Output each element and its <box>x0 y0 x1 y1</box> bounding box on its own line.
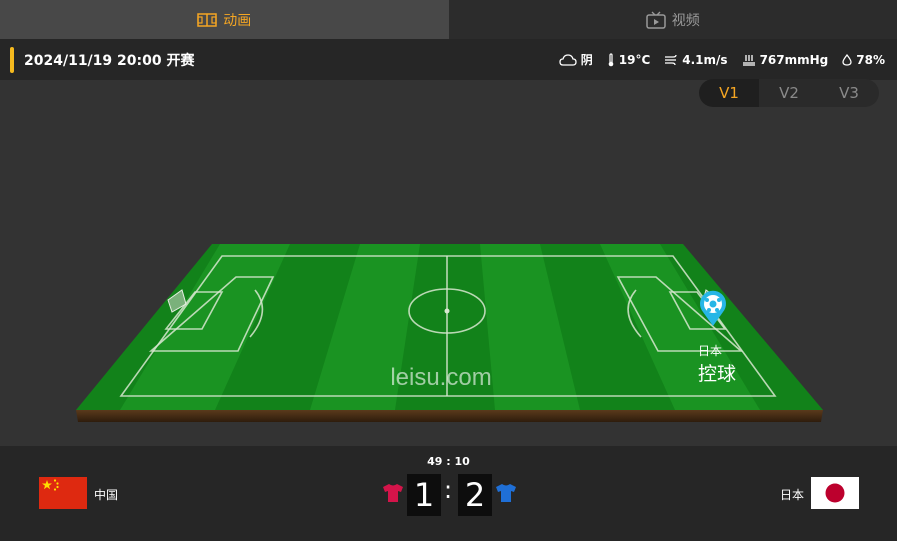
tab-video[interactable]: 视频 <box>448 0 897 39</box>
score-separator: : <box>443 476 453 504</box>
pitch-view: leisu.com 日本 控球 <box>0 232 897 432</box>
weather-humidity: 78% <box>842 53 885 67</box>
pitch-watermark: leisu.com <box>390 364 491 391</box>
away-score: 2 <box>458 474 492 516</box>
home-score: 1 <box>407 474 441 516</box>
pitch-icon <box>197 12 217 27</box>
match-start-time: 2024/11/19 20:00 开赛 <box>24 52 195 69</box>
weather-wind: 4.1m/s <box>664 52 728 67</box>
weather-info: 阴 19°C 4.1m/s 767mmHg 78% <box>559 51 885 68</box>
event-team-label: 日本 <box>698 344 722 358</box>
version-v1-button[interactable]: V1 <box>699 79 759 107</box>
tab-video-label: 视频 <box>671 12 700 29</box>
japan-flag-icon <box>811 477 859 509</box>
pitch-edge <box>76 410 823 422</box>
scoreboard: 49 : 10 中国 1 : 2 日本 <box>0 446 897 541</box>
weather-wind-text: 4.1m/s <box>682 52 728 67</box>
thermometer-icon <box>608 52 614 66</box>
cloudy-icon <box>559 53 577 66</box>
pitch-graphic: leisu.com 日本 控球 <box>76 244 823 422</box>
view-tabs: 动画 视频 <box>0 0 897 39</box>
match-clock: 49 : 10 <box>427 455 470 468</box>
pressure-icon <box>742 54 755 66</box>
version-switch: V1 V2 V3 <box>699 79 879 107</box>
tab-animation[interactable]: 动画 <box>0 0 449 39</box>
weather-condition-text: 阴 <box>580 53 593 67</box>
tv-icon <box>646 11 666 29</box>
match-info-bar: 2024/11/19 20:00 开赛 阴 19°C 4.1m/s 767mmH… <box>0 39 897 80</box>
version-v3-button[interactable]: V3 <box>819 79 879 107</box>
home-shirt-icon <box>383 484 403 502</box>
weather-temperature: 19°C <box>607 52 651 67</box>
weather-condition: 阴 <box>559 51 593 68</box>
weather-humidity-text: 78% <box>856 52 885 67</box>
away-team-name: 日本 <box>780 488 805 502</box>
away-shirt-icon <box>496 484 516 502</box>
weather-pressure-text: 767mmHg <box>759 52 829 67</box>
home-team-name: 中国 <box>94 488 119 502</box>
version-v2-button[interactable]: V2 <box>759 79 819 107</box>
weather-temperature-text: 19°C <box>618 52 651 67</box>
accent-bar <box>10 46 14 73</box>
droplet-icon <box>842 53 852 66</box>
event-type-label: 控球 <box>698 363 736 385</box>
wind-icon <box>665 54 677 65</box>
weather-pressure: 767mmHg <box>742 52 829 67</box>
tab-animation-label: 动画 <box>223 12 252 29</box>
center-spot <box>444 308 450 314</box>
china-flag-icon <box>39 477 87 509</box>
